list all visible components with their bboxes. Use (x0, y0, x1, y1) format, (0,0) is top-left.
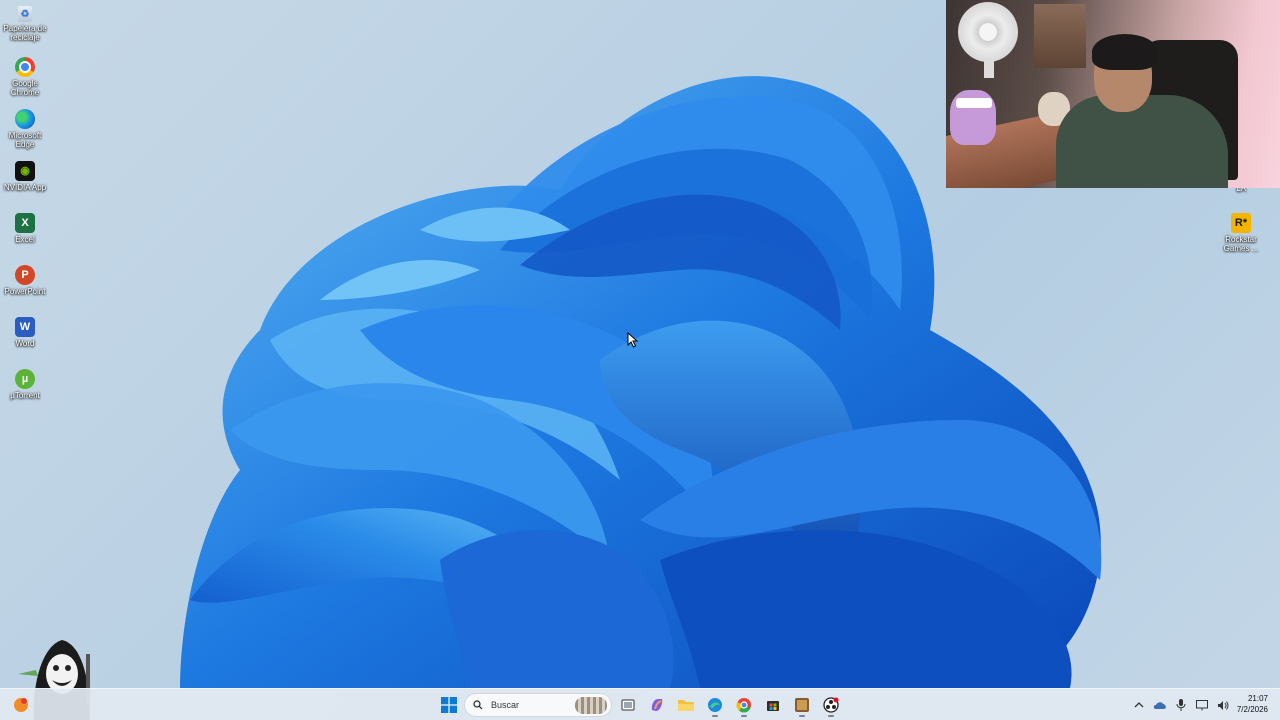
desktop-icon-edge[interactable]: Microsoft Edge (0, 109, 50, 149)
store-icon (767, 701, 779, 711)
game-taskbar-button[interactable] (789, 693, 815, 717)
clock-time: 21:07 (1247, 694, 1268, 703)
streamer-body (1056, 95, 1228, 188)
excel-icon: X (15, 213, 35, 233)
desktop-icon-nvidia[interactable]: ◉ NVIDIA App (0, 161, 50, 192)
copilot-icon (651, 699, 663, 711)
chrome-taskbar-button[interactable] (731, 693, 757, 717)
wall-poster (1034, 4, 1086, 68)
rockstar-games-icon: R* (1231, 213, 1251, 233)
obs-icon (823, 697, 839, 713)
desktop-icon-utorrent[interactable]: µ µTorrent (0, 369, 50, 400)
desktop-icon-chrome[interactable]: Google Chrome (0, 57, 50, 97)
copilot-button[interactable] (644, 693, 670, 717)
desktop-icon-label: Microsoft Edge (8, 131, 42, 149)
volume-icon[interactable] (1215, 697, 1231, 713)
powerpoint-icon: P (15, 265, 35, 285)
desktop-icon-recycle-bin[interactable]: ♻ Papelera de reciclaje (0, 6, 50, 42)
onedrive-icon[interactable] (1152, 697, 1168, 713)
chrome-icon (15, 57, 35, 77)
word-icon: W (15, 317, 35, 337)
taskbar-search[interactable]: Buscar (464, 693, 612, 717)
desktop-icon-label: Word (15, 339, 35, 348)
task-view-icon (621, 699, 635, 711)
desktop-icon-rockstar[interactable]: R* Rockstar Games ... (1216, 213, 1266, 253)
microphone-icon[interactable] (1173, 697, 1189, 713)
system-tray (1131, 689, 1236, 720)
desktop-icon-label: NVIDIA App (3, 183, 47, 192)
edge-taskbar-button[interactable] (702, 693, 728, 717)
taskbar: Buscar 21:07 7/2/2026 (0, 688, 1280, 720)
taskbar-app-left[interactable] (8, 693, 34, 717)
desk-fan (958, 2, 1018, 62)
fire-fox-app-icon (14, 698, 28, 712)
game-icon (795, 698, 809, 712)
desktop-icon-powerpoint[interactable]: P PowerPoint (0, 265, 50, 296)
display-icon[interactable] (1194, 697, 1210, 713)
task-view-button[interactable] (615, 693, 641, 717)
file-explorer-button[interactable] (673, 693, 699, 717)
mouse-cursor-icon (627, 332, 639, 348)
store-button[interactable] (760, 693, 786, 717)
file-explorer-icon (678, 700, 694, 711)
search-highlight-image (575, 697, 607, 714)
desktop-icon-label: PowerPoint (4, 287, 46, 296)
desktop-icon-excel[interactable]: X Excel (0, 213, 50, 244)
start-button[interactable] (436, 693, 462, 717)
utorrent-icon: µ (15, 369, 35, 389)
chrome-icon (736, 698, 751, 713)
webcam-overlay (946, 0, 1280, 188)
clock-date: 7/2/2026 (1236, 705, 1268, 714)
search-icon (473, 700, 483, 710)
obs-taskbar-button[interactable] (818, 693, 844, 717)
desktop-icon-label: Rockstar Games ... (1223, 235, 1259, 253)
desktop-icon-label: Excel (15, 235, 35, 244)
edge-icon (15, 109, 35, 129)
nvidia-icon: ◉ (15, 161, 35, 181)
desktop-icon-word[interactable]: W Word (0, 317, 50, 348)
desktop-icon-label: Papelera de reciclaje (3, 24, 47, 42)
chevron-up-icon[interactable] (1131, 697, 1147, 713)
desktop-icon-label: Google Chrome (10, 79, 40, 97)
edge-icon (708, 698, 722, 712)
desktop-icon-label: µTorrent (10, 391, 40, 400)
recycle-bin-icon: ♻ (18, 6, 32, 22)
start-icon (441, 697, 457, 713)
search-placeholder: Buscar (491, 700, 520, 710)
taskbar-clock[interactable]: 21:07 7/2/2026 (1237, 693, 1268, 715)
